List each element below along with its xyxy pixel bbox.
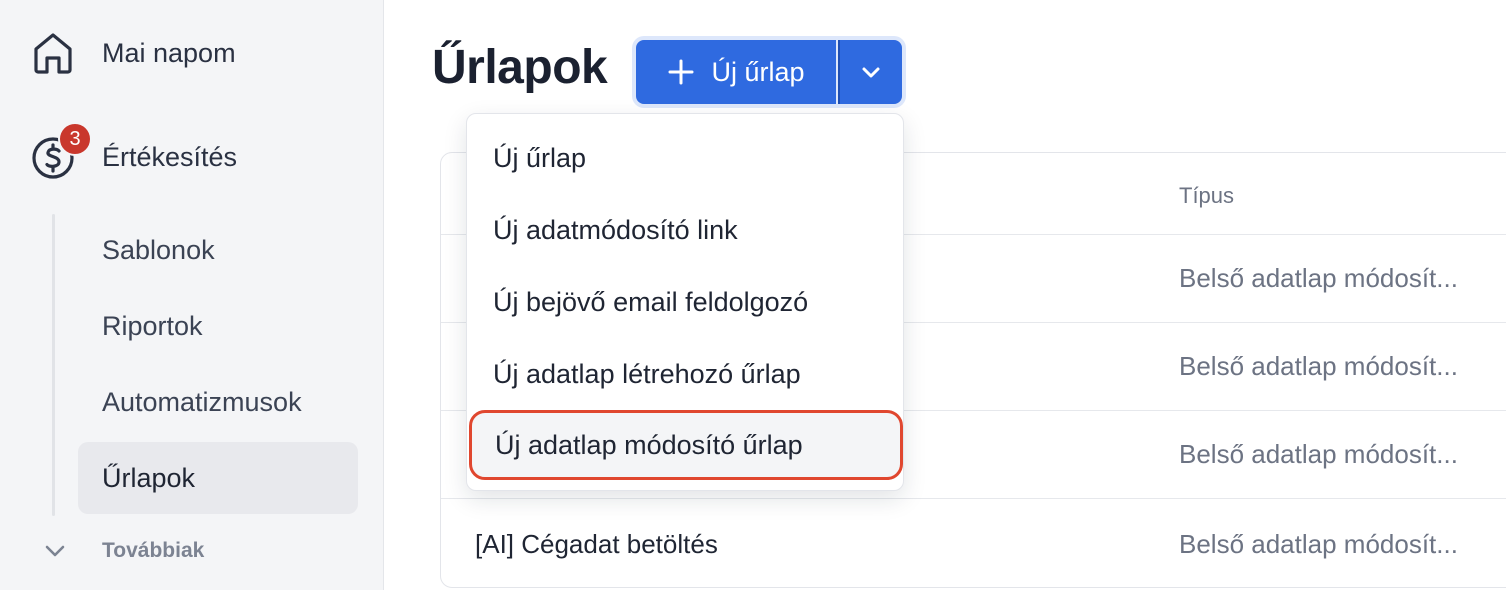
nav-item-home-label: Mai napom xyxy=(102,37,236,68)
chevron-down-icon xyxy=(45,545,65,557)
sidebar-more[interactable]: Továbbiak xyxy=(40,536,204,566)
table-row-type: Belső adatlap módosít... xyxy=(1179,351,1458,381)
new-form-button[interactable]: Új űrlap xyxy=(636,40,836,104)
sidebar: Mai napom 3 Értékesítés Sablonok Riporto… xyxy=(0,0,384,590)
column-header-type: Típus xyxy=(1179,183,1235,208)
sidebar-item-templates[interactable]: Sablonok xyxy=(78,214,358,286)
page-title: Űrlapok xyxy=(432,41,608,94)
sidebar-item-automations[interactable]: Automatizmusok xyxy=(78,366,358,438)
menu-item-new-record-create-form[interactable]: Új adatlap létrehozó űrlap xyxy=(467,342,905,406)
table-row-type: Belső adatlap módosít... xyxy=(1179,263,1458,293)
sidebar-item-forms[interactable]: Űrlapok xyxy=(78,442,358,514)
subnav-divider xyxy=(52,214,55,516)
nav-item-sales-label: Értékesítés xyxy=(102,141,238,172)
new-form-dropdown-toggle[interactable] xyxy=(838,40,902,104)
nav-item-home[interactable]: Mai napom xyxy=(30,30,236,76)
menu-item-new-record-edit-form[interactable]: Új adatlap módosító űrlap xyxy=(469,410,903,480)
new-form-button-label: Új űrlap xyxy=(711,56,805,87)
menu-item-new-form[interactable]: Új űrlap xyxy=(467,126,905,190)
sidebar-item-reports[interactable]: Riportok xyxy=(78,290,358,362)
nav-item-sales[interactable]: 3 Értékesítés xyxy=(30,122,238,180)
new-form-dropdown-menu: Új űrlap Új adatmódosító link Új bejövő … xyxy=(466,113,904,491)
table-row-type: Belső adatlap módosít... xyxy=(1179,439,1458,469)
menu-item-new-data-edit-link[interactable]: Új adatmódosító link xyxy=(467,198,905,262)
menu-item-new-incoming-email-processor[interactable]: Új bejövő email feldolgozó xyxy=(467,270,905,334)
new-form-button-group: Új űrlap xyxy=(632,36,906,108)
table-row-name[interactable]: [AI] Cégadat betöltés xyxy=(475,529,718,560)
row-divider xyxy=(441,498,1506,499)
sidebar-more-label: Továbbiak xyxy=(102,539,205,562)
sales-icon-wrap: 3 xyxy=(30,122,92,180)
table-row-type: Belső adatlap módosít... xyxy=(1179,529,1458,559)
plus-icon xyxy=(668,59,694,85)
notification-badge: 3 xyxy=(58,122,92,156)
chevron-down-icon xyxy=(862,67,880,78)
home-icon xyxy=(34,33,72,74)
